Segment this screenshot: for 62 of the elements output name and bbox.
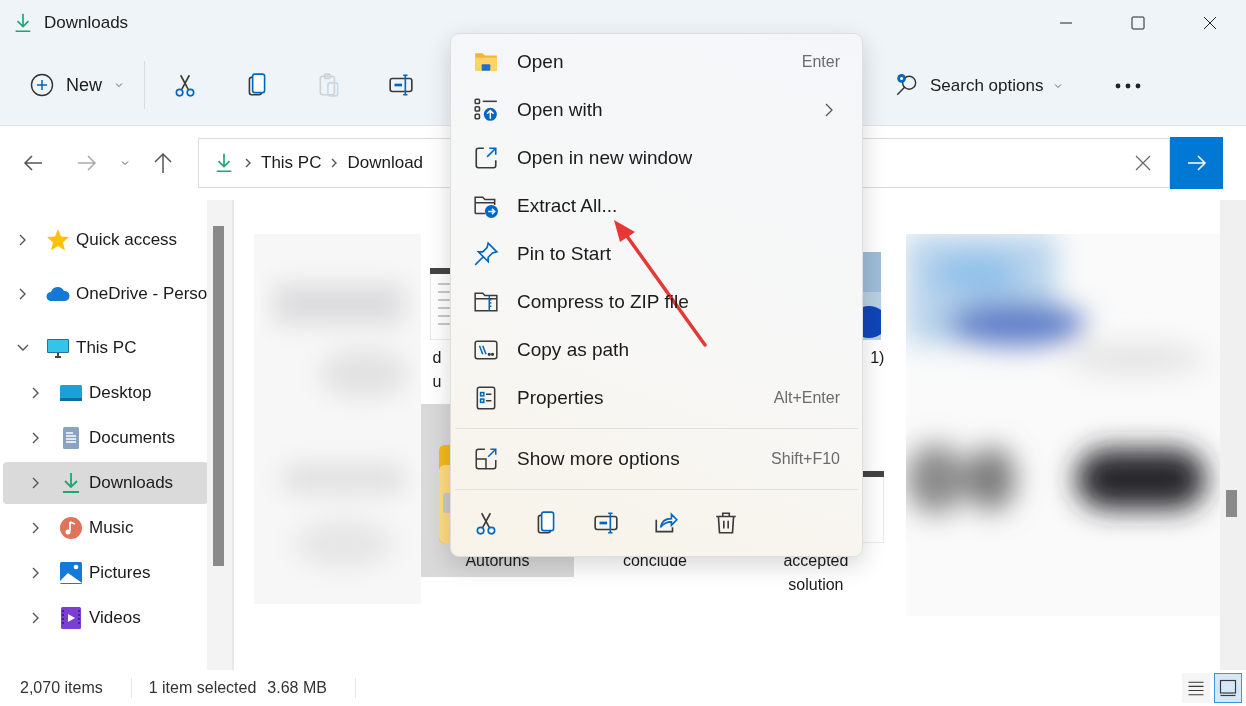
trash-icon — [713, 510, 739, 536]
forward-arrow-icon — [1186, 154, 1207, 172]
menu-item[interactable]: Open with — [455, 86, 858, 134]
go-button[interactable] — [1170, 137, 1223, 189]
view-button[interactable] — [1214, 673, 1242, 703]
shortcut-text: Shift+F10 — [771, 450, 840, 468]
expand-icon — [473, 446, 499, 472]
rename-icon — [593, 510, 619, 536]
item-count: 2,070 items — [20, 679, 103, 697]
new-window-icon — [473, 145, 499, 171]
close-icon — [1203, 15, 1217, 30]
sidebar-item[interactable]: Music — [3, 507, 207, 549]
search-options-button[interactable]: Search options — [884, 62, 1074, 110]
sidebar-item[interactable]: Desktop — [3, 372, 207, 414]
file-name: accepted solution — [783, 551, 849, 595]
back-arrow-icon — [23, 154, 43, 172]
maximize-icon — [1131, 15, 1145, 30]
sidebar-item[interactable]: OneDrive - Perso — [3, 273, 207, 315]
view-button[interactable] — [1182, 673, 1210, 703]
sidebar-item[interactable]: Downloads — [3, 462, 207, 504]
pin-icon — [473, 241, 499, 267]
caret-icon — [1053, 81, 1064, 91]
tile-icon — [1218, 678, 1238, 698]
shortcut-text: Enter — [801, 53, 840, 71]
rename-icon — [388, 72, 414, 98]
plus-icon — [30, 73, 54, 97]
picture-icon — [59, 561, 83, 585]
up-arrow-icon — [153, 152, 173, 174]
menu-item[interactable]: Copy as path — [455, 326, 858, 374]
menu-item[interactable]: Extract All... — [455, 182, 858, 230]
scrollbar-thumb[interactable] — [212, 226, 224, 566]
close-icon — [1135, 155, 1151, 171]
breadcrumb[interactable]: This PC — [261, 153, 322, 173]
shortcut-text: Alt+Enter — [773, 389, 840, 407]
forward-arrow-icon — [77, 154, 97, 172]
sidebar-item[interactable]: Pictures — [3, 552, 207, 594]
sidebar-item[interactable]: Videos — [3, 597, 207, 639]
more-icon — [1115, 83, 1141, 89]
chevron-right-icon — [243, 157, 253, 169]
monitor-icon — [46, 336, 70, 360]
file-name: 1) — [870, 348, 885, 368]
sidebar-item[interactable]: Documents — [3, 417, 207, 459]
scrollbar-thumb[interactable] — [1226, 490, 1238, 517]
open-with-icon — [473, 97, 499, 123]
music-note-icon — [59, 516, 83, 540]
selection-size: 3.68 MB — [267, 679, 327, 697]
window-title: Downloads — [44, 12, 130, 33]
sidebar-item[interactable]: Quick access — [3, 219, 207, 261]
menu-item[interactable]: Open in new window — [455, 134, 858, 182]
minimize-icon — [1059, 21, 1073, 24]
menu-item[interactable]: Properties Alt+Enter — [455, 374, 858, 422]
breadcrumb[interactable]: Download — [347, 153, 424, 173]
file-name: d u — [432, 348, 442, 392]
menu-item[interactable]: Open Enter — [455, 38, 858, 86]
new-button[interactable]: New — [18, 61, 136, 109]
caret-icon — [120, 158, 130, 168]
selection-info: 1 item selected — [148, 679, 257, 697]
star-icon — [46, 228, 70, 252]
caret-icon — [114, 80, 124, 90]
menu-item[interactable]: Pin to Start — [455, 230, 858, 278]
menu-item[interactable]: Show more options Shift+F10 — [455, 435, 858, 483]
film-icon — [59, 606, 83, 630]
